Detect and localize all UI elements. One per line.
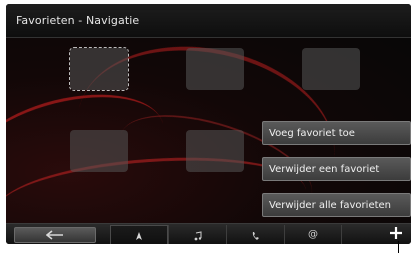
tab-phone[interactable]: [226, 225, 284, 244]
device-frame: Favorieten - Navigatie Voeg favoriet toe…: [0, 0, 417, 253]
arrow-left-icon: [46, 230, 64, 240]
back-button[interactable]: [14, 227, 96, 243]
menu-item-add-favorite[interactable]: Voeg favoriet toe: [262, 121, 411, 145]
tab-navigation[interactable]: [110, 225, 168, 244]
plus-icon: [389, 225, 403, 244]
favorite-tile-5[interactable]: [186, 130, 244, 172]
add-button[interactable]: [380, 224, 411, 244]
at-sign-icon: @: [308, 229, 318, 240]
favorite-tile-3[interactable]: [302, 48, 360, 90]
callout-line: [398, 241, 399, 253]
title-bar: Favorieten - Navigatie: [6, 4, 411, 38]
tab-email[interactable]: @: [284, 225, 342, 244]
menu-item-label: Verwijder een favoriet: [269, 164, 380, 175]
navigation-icon: [134, 226, 144, 244]
menu-item-remove-all-favorites[interactable]: Verwijder alle favorieten: [262, 193, 411, 217]
favorite-tile-2[interactable]: [186, 48, 244, 90]
screen: Favorieten - Navigatie Voeg favoriet toe…: [6, 4, 411, 244]
phone-icon: [251, 226, 261, 245]
tab-music[interactable]: [168, 225, 226, 244]
page-title: Favorieten - Navigatie: [16, 14, 140, 27]
bottom-nav-bar: @: [6, 223, 411, 244]
music-note-icon: [193, 226, 203, 245]
menu-item-label: Voeg favoriet toe: [269, 128, 355, 139]
favorite-tile-1[interactable]: [69, 47, 129, 91]
favorite-tile-4[interactable]: [70, 130, 128, 172]
menu-item-label: Verwijder alle favorieten: [269, 200, 392, 211]
favorites-context-menu: Voeg favoriet toe Verwijder een favoriet…: [262, 121, 411, 218]
menu-item-remove-favorite[interactable]: Verwijder een favoriet: [262, 157, 411, 181]
